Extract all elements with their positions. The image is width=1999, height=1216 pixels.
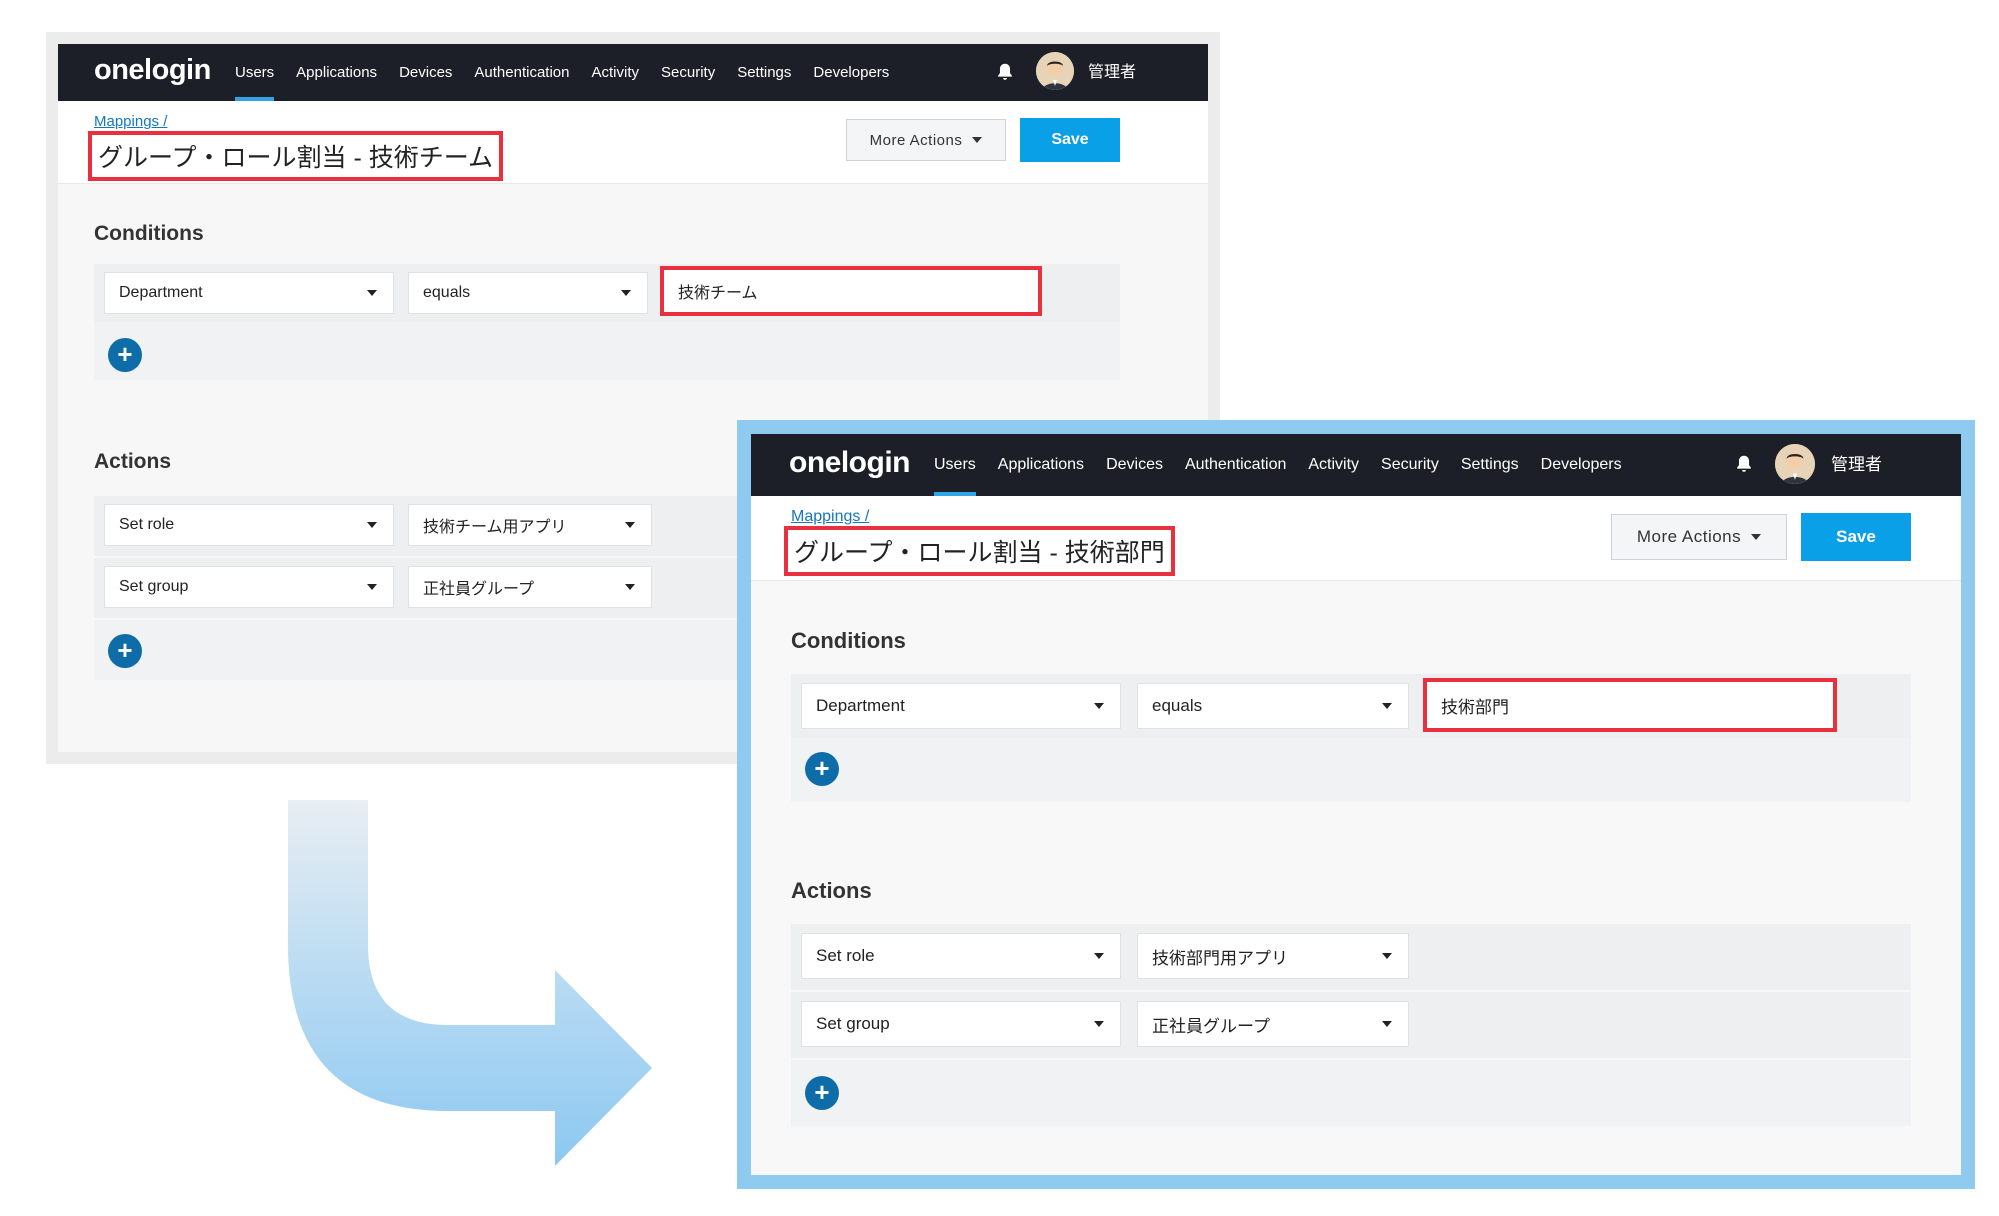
action-value-select[interactable]: 正社員グループ bbox=[408, 566, 652, 608]
page-title: グループ・ロール割当 - 技術チーム bbox=[88, 131, 503, 181]
page-header: Mappings / グループ・ロール割当 - 技術部門 More Action… bbox=[751, 496, 1961, 581]
chevron-down-icon bbox=[1094, 703, 1104, 709]
nav-item-devices[interactable]: Devices bbox=[388, 44, 463, 101]
chevron-down-icon bbox=[1751, 534, 1762, 540]
nav-item-users[interactable]: Users bbox=[923, 434, 987, 496]
action-value: 正社員グループ bbox=[423, 581, 535, 598]
condition-field-value: Department bbox=[816, 696, 905, 715]
transition-arrow-icon bbox=[288, 800, 652, 1166]
action-type-select[interactable]: Set role bbox=[801, 933, 1121, 979]
nav-item-users[interactable]: Users bbox=[224, 44, 285, 101]
chevron-down-icon bbox=[1094, 953, 1104, 959]
chevron-down-icon bbox=[1094, 1021, 1104, 1027]
add-condition-button[interactable]: + bbox=[108, 338, 142, 372]
main-menu: Users Applications Devices Authenticatio… bbox=[923, 434, 1633, 496]
more-actions-button[interactable]: More Actions bbox=[846, 119, 1006, 161]
condition-operator-value: equals bbox=[1152, 696, 1203, 715]
bell-icon[interactable] bbox=[1733, 453, 1755, 475]
more-actions-label: More Actions bbox=[1636, 527, 1742, 546]
action-value-select[interactable]: 技術部門用アプリ bbox=[1137, 933, 1409, 979]
action-type-value: Set role bbox=[816, 946, 875, 965]
condition-field-select[interactable]: Department bbox=[104, 272, 394, 314]
onelogin-logo[interactable]: onelogin bbox=[789, 446, 910, 480]
chevron-down-icon bbox=[367, 290, 377, 296]
condition-add-row bbox=[94, 322, 1120, 380]
add-action-button[interactable]: + bbox=[805, 1076, 839, 1110]
chevron-down-icon bbox=[625, 584, 635, 590]
breadcrumb[interactable]: Mappings / bbox=[791, 508, 869, 526]
page-header: Mappings / グループ・ロール割当 - 技術チーム More Actio… bbox=[58, 101, 1208, 184]
action-add-row bbox=[791, 1060, 1911, 1126]
nav-item-security[interactable]: Security bbox=[650, 44, 726, 101]
nav-item-authentication[interactable]: Authentication bbox=[1174, 434, 1297, 496]
page-title: グループ・ロール割当 - 技術部門 bbox=[784, 526, 1175, 576]
conditions-heading: Conditions bbox=[791, 628, 906, 653]
action-value: 技術部門用アプリ bbox=[1152, 948, 1288, 968]
top-navigation-bar: onelogin Users Applications Devices Auth… bbox=[58, 44, 1208, 101]
after-screenshot-panel: onelogin Users Applications Devices Auth… bbox=[737, 420, 1975, 1189]
nav-item-applications[interactable]: Applications bbox=[285, 44, 388, 101]
chevron-down-icon bbox=[1382, 703, 1392, 709]
action-type-select[interactable]: Set group bbox=[104, 566, 394, 608]
condition-value-input[interactable]: 技術部門 bbox=[1423, 678, 1837, 732]
conditions-heading: Conditions bbox=[94, 222, 204, 245]
action-value: 技術チーム用アプリ bbox=[423, 519, 567, 536]
nav-item-settings[interactable]: Settings bbox=[1450, 434, 1530, 496]
chevron-down-icon bbox=[621, 290, 631, 296]
action-type-value: Set role bbox=[119, 516, 175, 533]
avatar[interactable] bbox=[1036, 52, 1074, 90]
action-value: 正社員グループ bbox=[1152, 1016, 1270, 1036]
add-condition-button[interactable]: + bbox=[805, 752, 839, 786]
condition-add-row bbox=[791, 738, 1911, 802]
chevron-down-icon bbox=[367, 522, 377, 528]
nav-item-security[interactable]: Security bbox=[1370, 434, 1450, 496]
chevron-down-icon bbox=[367, 584, 377, 590]
condition-field-select[interactable]: Department bbox=[801, 683, 1121, 729]
avatar[interactable] bbox=[1775, 444, 1815, 484]
save-button[interactable]: Save bbox=[1801, 513, 1911, 561]
username-label[interactable]: 管理者 bbox=[1831, 434, 1882, 496]
nav-item-developers[interactable]: Developers bbox=[802, 44, 900, 101]
add-action-button[interactable]: + bbox=[108, 634, 142, 668]
action-value-select[interactable]: 技術チーム用アプリ bbox=[408, 504, 652, 546]
breadcrumb[interactable]: Mappings / bbox=[94, 113, 167, 130]
more-actions-button[interactable]: More Actions bbox=[1611, 514, 1787, 560]
main-menu: Users Applications Devices Authenticatio… bbox=[224, 44, 900, 101]
onelogin-logo[interactable]: onelogin bbox=[94, 54, 211, 87]
condition-operator-value: equals bbox=[423, 284, 471, 301]
action-value-select[interactable]: 正社員グループ bbox=[1137, 1001, 1409, 1047]
nav-item-developers[interactable]: Developers bbox=[1530, 434, 1633, 496]
condition-value-input[interactable]: 技術チーム bbox=[660, 266, 1042, 316]
nav-item-devices[interactable]: Devices bbox=[1095, 434, 1174, 496]
condition-field-value: Department bbox=[119, 284, 203, 301]
action-type-select[interactable]: Set role bbox=[104, 504, 394, 546]
nav-item-applications[interactable]: Applications bbox=[987, 434, 1095, 496]
nav-item-settings[interactable]: Settings bbox=[726, 44, 802, 101]
condition-operator-select[interactable]: equals bbox=[408, 272, 648, 314]
top-navigation-bar: onelogin Users Applications Devices Auth… bbox=[751, 434, 1961, 496]
nav-item-activity[interactable]: Activity bbox=[1297, 434, 1370, 496]
save-button[interactable]: Save bbox=[1020, 118, 1120, 162]
actions-heading: Actions bbox=[94, 450, 172, 473]
action-type-value: Set group bbox=[119, 578, 189, 595]
actions-heading: Actions bbox=[791, 878, 872, 903]
chevron-down-icon bbox=[972, 137, 983, 143]
bell-icon[interactable] bbox=[994, 61, 1016, 83]
username-label[interactable]: 管理者 bbox=[1088, 44, 1136, 101]
more-actions-label: More Actions bbox=[869, 131, 963, 149]
nav-item-activity[interactable]: Activity bbox=[581, 44, 651, 101]
chevron-down-icon bbox=[1382, 953, 1392, 959]
action-type-select[interactable]: Set group bbox=[801, 1001, 1121, 1047]
action-type-value: Set group bbox=[816, 1014, 890, 1033]
chevron-down-icon bbox=[625, 522, 635, 528]
nav-item-authentication[interactable]: Authentication bbox=[463, 44, 580, 101]
chevron-down-icon bbox=[1382, 1021, 1392, 1027]
condition-operator-select[interactable]: equals bbox=[1137, 683, 1409, 729]
